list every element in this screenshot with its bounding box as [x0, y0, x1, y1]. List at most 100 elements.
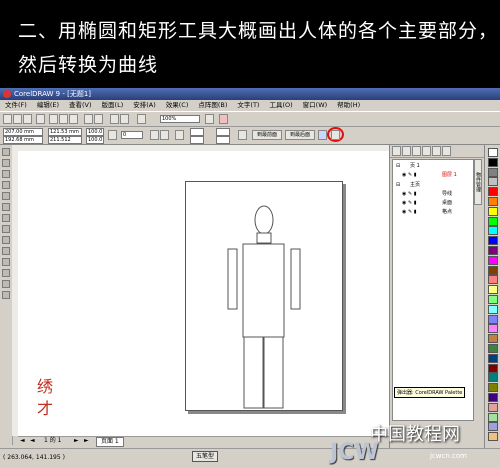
print-icon[interactable] — [36, 114, 45, 124]
menu-window[interactable]: 窗口(W) — [298, 100, 333, 111]
fill-tool-icon[interactable] — [2, 291, 10, 299]
cut-icon[interactable] — [49, 114, 58, 124]
drawing-canvas[interactable]: 绣才 — [18, 151, 389, 436]
scale-height-field[interactable]: 100.0 — [86, 136, 104, 144]
menu-effects[interactable]: 效果(C) — [161, 100, 194, 111]
color-swatch[interactable] — [488, 314, 498, 324]
export-icon[interactable] — [120, 114, 129, 124]
view-manager-icon[interactable] — [205, 114, 214, 124]
mirror-h-icon[interactable] — [150, 130, 159, 140]
last-page-button[interactable]: ► — [84, 437, 89, 445]
object-manager-tab[interactable]: 物件管理 — [474, 159, 482, 205]
new-icon[interactable] — [3, 114, 12, 124]
save-icon[interactable] — [23, 114, 32, 124]
rectangle-tool-icon[interactable] — [2, 203, 10, 211]
tree-row-grid[interactable]: ◉ ✎ ▮ 格点 — [396, 209, 472, 216]
docker-button-4[interactable] — [422, 146, 431, 156]
convert-icon[interactable] — [318, 130, 327, 140]
knife-tool-icon[interactable] — [2, 170, 10, 178]
copy-icon[interactable] — [59, 114, 68, 124]
zoom-select[interactable]: 100% — [160, 115, 200, 123]
color-swatch[interactable] — [488, 304, 498, 314]
text-tool-icon[interactable] — [2, 236, 10, 244]
height-field[interactable]: 211.512 mm — [48, 136, 82, 150]
polygon-tool-icon[interactable] — [2, 225, 10, 233]
menu-file[interactable]: 文件(F) — [0, 100, 32, 111]
menu-help[interactable]: 帮助(H) — [332, 100, 365, 111]
app-launcher-icon[interactable] — [137, 114, 146, 124]
interactive-fill-icon[interactable] — [2, 247, 10, 255]
width-field[interactable]: 121.53 mm — [48, 128, 82, 136]
outline-tool-icon[interactable] — [2, 280, 10, 288]
to-back-button[interactable]: 到最后面 — [285, 130, 315, 140]
color-swatch[interactable] — [488, 167, 498, 177]
y-position-field[interactable]: 192.68 mm — [3, 136, 43, 144]
tree-row-page[interactable]: ⊟ 页 1 — [396, 163, 472, 170]
input-style-button[interactable]: 五笔型 — [192, 451, 219, 462]
color-swatch[interactable] — [488, 197, 498, 206]
color-swatch[interactable] — [488, 226, 498, 236]
undo-icon[interactable] — [84, 114, 93, 124]
scale-width-field[interactable]: 100.0 — [86, 128, 104, 136]
color-swatch[interactable] — [488, 353, 498, 363]
color-swatch[interactable] — [488, 206, 498, 216]
color-swatch[interactable] — [488, 246, 498, 255]
first-page-button[interactable]: ◄ — [20, 437, 25, 445]
corner-tr-field[interactable] — [216, 128, 230, 136]
prev-page-button[interactable]: ◄ — [30, 437, 35, 445]
color-swatch[interactable] — [488, 255, 498, 265]
color-swatch[interactable] — [488, 236, 498, 246]
zoom-tool-icon[interactable] — [2, 181, 10, 189]
docker-button-5[interactable] — [432, 146, 441, 156]
menu-bitmaps[interactable]: 点阵图(B) — [193, 100, 232, 111]
color-swatch[interactable] — [488, 265, 498, 275]
color-swatch[interactable] — [488, 216, 498, 226]
import-icon[interactable] — [110, 114, 119, 124]
transparency-tool-icon[interactable] — [2, 258, 10, 266]
corel-icon[interactable] — [219, 114, 228, 124]
color-swatch[interactable] — [488, 402, 498, 412]
menu-view[interactable]: 查看(V) — [64, 100, 97, 111]
color-swatch[interactable] — [488, 187, 498, 197]
mirror-v-icon[interactable] — [160, 130, 169, 140]
menu-layout[interactable]: 版面(L) — [97, 100, 129, 111]
color-swatch[interactable] — [488, 148, 498, 157]
corner-bl-field[interactable] — [190, 136, 204, 144]
redo-icon[interactable] — [94, 114, 103, 124]
x-position-field[interactable]: 207.00 mm — [3, 128, 43, 136]
next-page-button[interactable]: ► — [74, 437, 79, 445]
rotation-field[interactable]: 0 — [121, 131, 143, 139]
wrap-text-icon[interactable] — [238, 130, 247, 140]
color-swatch[interactable] — [488, 363, 498, 373]
docker-button-1[interactable] — [392, 146, 401, 156]
docker-button-6[interactable] — [442, 146, 451, 156]
docker-button-3[interactable] — [412, 146, 421, 156]
round-corner-icon[interactable] — [175, 130, 184, 140]
tree-row-guides[interactable]: ◉ ✎ ▮ 导线 — [396, 191, 472, 198]
pick-tool-icon[interactable] — [2, 148, 10, 156]
ellipse-tool-icon[interactable] — [2, 214, 10, 222]
paste-icon[interactable] — [69, 114, 78, 124]
corner-br-field[interactable] — [216, 136, 230, 144]
convert-to-curves-icon[interactable] — [331, 130, 340, 140]
color-swatch[interactable] — [488, 275, 498, 285]
page-tab[interactable]: 页面 1 — [96, 437, 124, 447]
to-front-button[interactable]: 到最前面 — [252, 130, 282, 140]
color-swatch[interactable] — [488, 393, 498, 402]
eyedropper-tool-icon[interactable] — [2, 269, 10, 277]
color-swatch[interactable] — [488, 344, 498, 353]
corner-tl-field[interactable] — [190, 128, 204, 136]
color-swatch[interactable] — [488, 334, 498, 344]
color-swatch[interactable] — [488, 295, 498, 304]
open-icon[interactable] — [13, 114, 22, 124]
menu-arrange[interactable]: 安排(A) — [128, 100, 161, 111]
color-swatch[interactable] — [488, 177, 498, 187]
shape-tool-icon[interactable] — [2, 159, 10, 167]
color-swatch[interactable] — [488, 157, 498, 167]
menu-tools[interactable]: 工具(O) — [264, 100, 297, 111]
menu-edit[interactable]: 编辑(E) — [32, 100, 64, 111]
color-swatch[interactable] — [488, 373, 498, 383]
tree-expand-icon[interactable]: ⊟ — [396, 182, 400, 188]
lock-ratio-icon[interactable] — [108, 130, 117, 140]
color-swatch[interactable] — [488, 285, 498, 295]
